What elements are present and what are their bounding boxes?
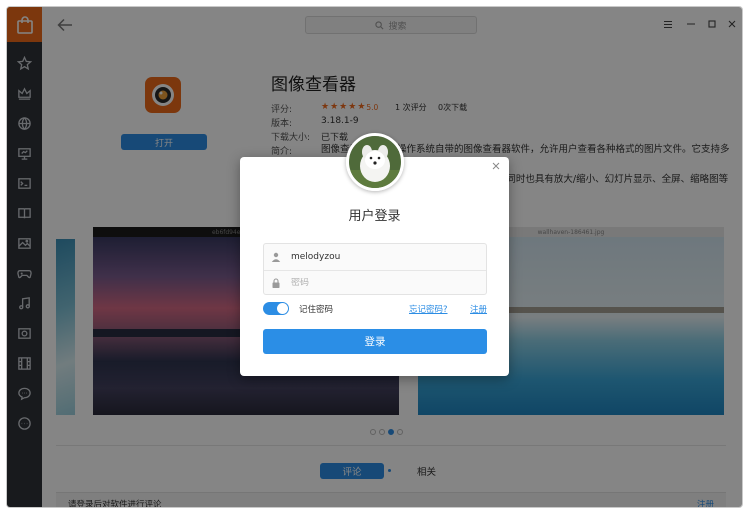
login-button[interactable]: 登录 — [263, 329, 487, 354]
password-input[interactable] — [291, 278, 461, 288]
user-avatar — [346, 133, 404, 191]
toggle-knob — [277, 303, 288, 314]
remember-password-toggle[interactable] — [263, 302, 289, 315]
remember-password-label: 记住密码 — [299, 305, 334, 315]
dialog-close-button[interactable] — [491, 161, 501, 171]
login-title: 用户登录 — [348, 209, 401, 224]
user-icon — [271, 252, 281, 262]
login-fields — [263, 243, 487, 295]
password-field[interactable] — [264, 270, 486, 296]
lock-icon — [272, 278, 280, 288]
forgot-password-link[interactable]: 忘记密码? — [409, 303, 448, 315]
dog-avatar-icon — [349, 136, 401, 188]
close-icon — [492, 162, 500, 170]
username-input[interactable] — [291, 252, 461, 262]
register-link[interactable]: 注册 — [470, 303, 487, 315]
username-field[interactable] — [264, 244, 486, 270]
